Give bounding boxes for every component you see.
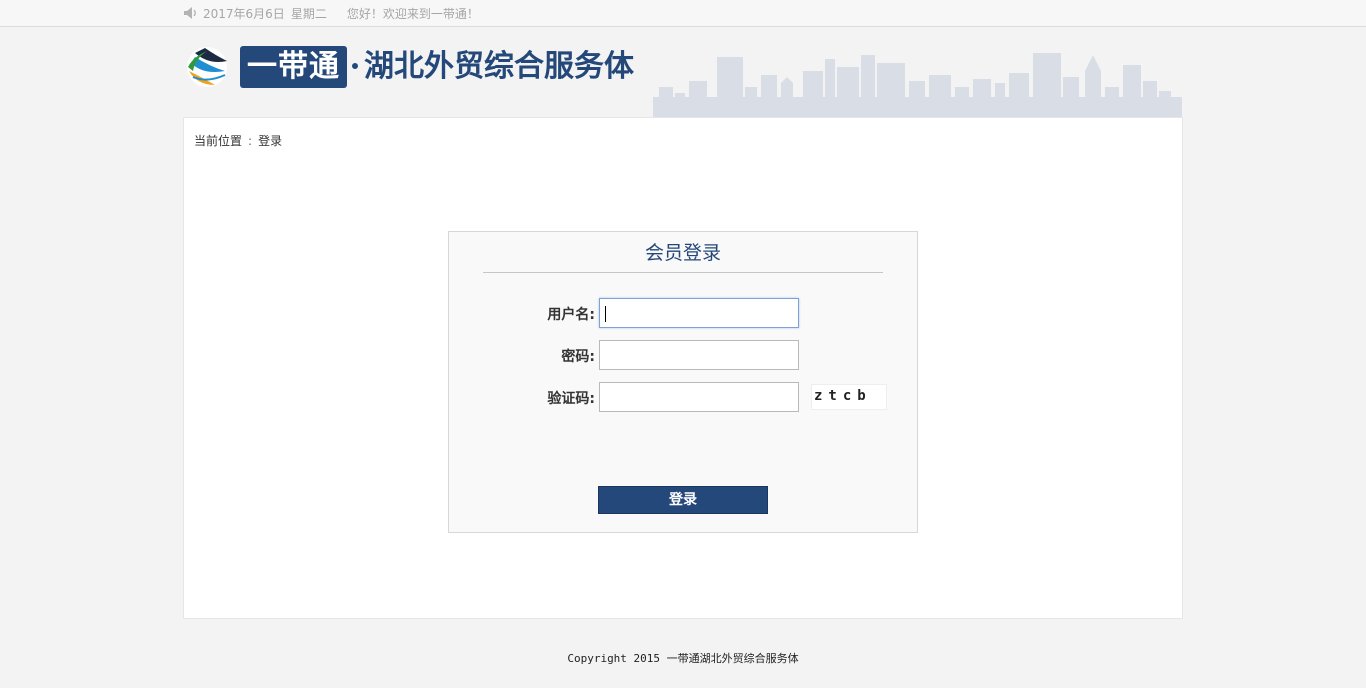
username-input[interactable]	[599, 298, 799, 328]
current-date: 2017年6月6日	[203, 6, 285, 21]
login-submit-button[interactable]: 登录	[598, 486, 768, 514]
site-header: 一带通 湖北外贸综合服务体	[183, 27, 1182, 117]
speaker-icon	[184, 7, 196, 19]
text-cursor	[605, 306, 606, 322]
breadcrumb-prefix: 当前位置	[194, 134, 243, 148]
breadcrumb: 当前位置: 登录	[194, 132, 282, 149]
login-panel: 会员登录 用户名: 密码: 验证码: ztcb 登录	[448, 231, 918, 533]
breadcrumb-separator: :	[248, 134, 253, 148]
captcha-image[interactable]: ztcb	[811, 384, 887, 410]
title-divider	[483, 272, 883, 273]
main-content: 当前位置: 登录 会员登录 用户名: 密码: 验证码: ztcb 登录	[183, 117, 1183, 619]
welcome-message: 您好！欢迎来到一带通！	[346, 6, 479, 21]
logo-site-name[interactable]: 湖北外贸综合服务体	[364, 46, 634, 88]
breadcrumb-current[interactable]: 登录	[258, 134, 282, 148]
captcha-input[interactable]	[599, 382, 799, 412]
current-weekday: 星期二	[290, 6, 327, 21]
top-bar-content: 2017年6月6日 星期二 您好！欢迎来到一带通！	[183, 0, 479, 26]
footer-copyright: Copyright 2015 一带通湖北外贸综合服务体	[567, 652, 799, 665]
password-input[interactable]	[599, 340, 799, 370]
captcha-label: 验证码:	[547, 391, 595, 407]
login-title: 会员登录	[644, 242, 721, 264]
city-skyline-decoration	[653, 53, 1182, 117]
logo-brand-box[interactable]: 一带通	[240, 46, 347, 88]
logo-separator-dot	[352, 63, 358, 69]
password-label: 密码:	[561, 349, 595, 365]
username-label: 用户名:	[547, 307, 595, 323]
top-bar: 2017年6月6日 星期二 您好！欢迎来到一带通！	[0, 0, 1366, 27]
globe-logo-icon[interactable]	[185, 45, 229, 89]
